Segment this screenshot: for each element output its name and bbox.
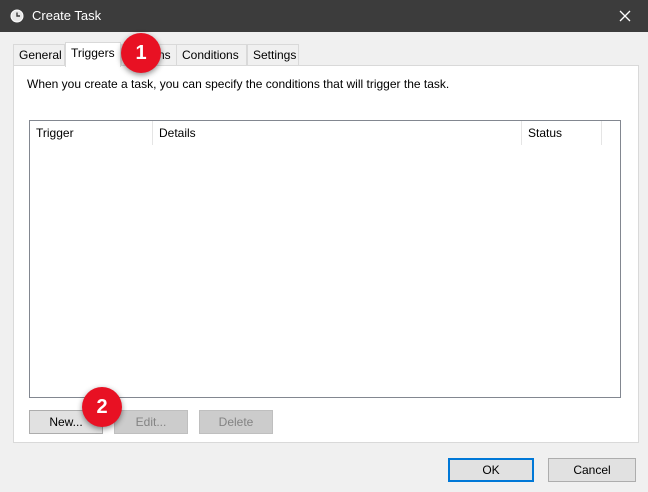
- triggers-description: When you create a task, you can specify …: [27, 77, 450, 91]
- task-scheduler-clock-icon: [10, 9, 24, 23]
- column-header-trigger[interactable]: Trigger: [30, 121, 153, 145]
- column-header-details[interactable]: Details: [153, 121, 522, 145]
- window-title: Create Task: [32, 8, 102, 23]
- callout-badge-1: 1: [121, 33, 161, 73]
- delete-trigger-button[interactable]: Delete: [199, 410, 273, 434]
- tab-settings[interactable]: Settings: [247, 44, 299, 66]
- close-icon: [619, 10, 631, 22]
- tab-general[interactable]: General: [13, 44, 65, 66]
- tab-triggers[interactable]: Triggers: [65, 42, 121, 67]
- close-button[interactable]: [602, 0, 648, 32]
- cancel-button[interactable]: Cancel: [548, 458, 636, 482]
- list-header: Trigger Details Status: [30, 121, 620, 145]
- tab-conditions[interactable]: Conditions: [176, 44, 247, 66]
- ok-button[interactable]: OK: [448, 458, 534, 482]
- column-header-status[interactable]: Status: [522, 121, 602, 145]
- edit-trigger-button[interactable]: Edit...: [114, 410, 188, 434]
- triggers-panel: When you create a task, you can specify …: [13, 65, 639, 443]
- callout-badge-2: 2: [82, 387, 122, 427]
- title-bar: Create Task: [0, 0, 648, 32]
- triggers-list[interactable]: Trigger Details Status: [29, 120, 621, 398]
